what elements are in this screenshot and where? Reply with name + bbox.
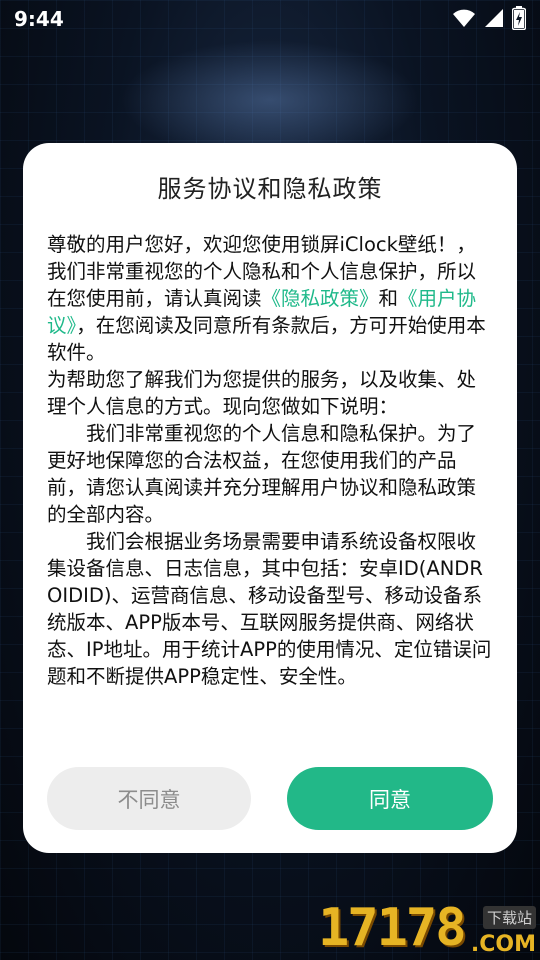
permissions-paragraph: 我们会根据业务场景需要申请系统设备权限收集设备信息、日志信息，其中包括：安卓ID… <box>47 530 492 688</box>
disagree-button[interactable]: 不同意 <box>47 767 251 830</box>
agree-button[interactable]: 同意 <box>287 767 493 830</box>
status-time: 9:44 <box>14 7 64 31</box>
wifi-icon <box>452 8 476 28</box>
explanation-paragraph: 为帮助您了解我们为您提供的服务，以及收集、处理个人信息的方式。现向您做如下说明： <box>47 368 477 418</box>
background-glow <box>120 40 420 160</box>
intro-paragraph: 尊敬的用户您好，欢迎您使用锁屏iClock壁纸！，我们非常重视您的个人隐私和个人… <box>47 231 493 366</box>
intro-text-end: ，在您阅读及同意所有条款后，方可开始使用本软件。 <box>47 314 486 364</box>
status-icons <box>452 6 526 30</box>
dialog-title: 服务协议和隐私政策 <box>157 175 383 203</box>
watermark-logo: 17178 下载站 .COM <box>318 898 540 960</box>
privacy-importance-paragraph: 我们非常重视您的个人信息和隐私保护。为了更好地保障您的合法权益，在您使用我们的产… <box>47 422 477 526</box>
watermark-domain: .COM <box>470 932 536 957</box>
status-bar: 9:44 <box>0 0 540 36</box>
privacy-dialog: 服务协议和隐私政策 尊敬的用户您好，欢迎您使用锁屏iClock壁纸！，我们非常重… <box>23 143 517 853</box>
privacy-policy-link[interactable]: 《隐私政策》 <box>262 287 379 310</box>
dialog-body: 尊敬的用户您好，欢迎您使用锁屏iClock壁纸！，我们非常重视您的个人隐私和个人… <box>47 231 493 690</box>
watermark-number: 17178 <box>318 898 467 958</box>
watermark-tag: 下载站 <box>482 906 536 929</box>
battery-charging-icon <box>512 6 526 30</box>
signal-icon <box>484 8 504 28</box>
and-text: 和 <box>378 287 399 310</box>
